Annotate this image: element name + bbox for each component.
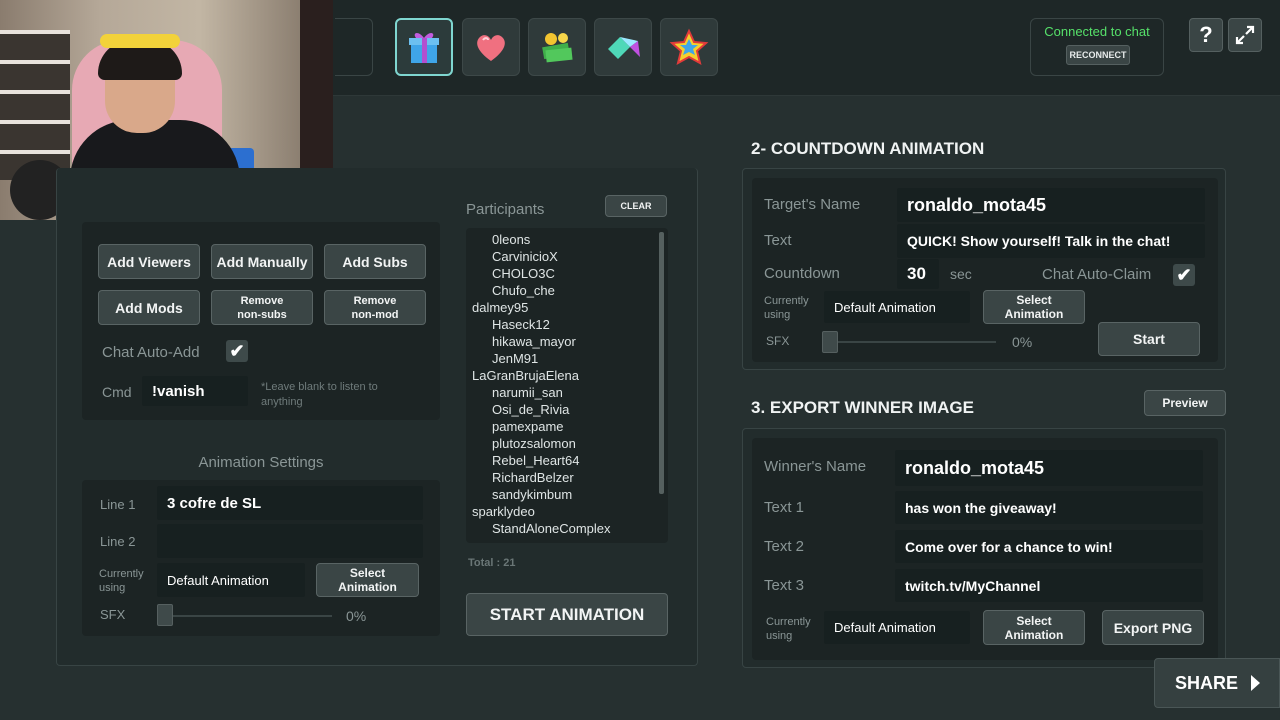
participants-scrollbar[interactable] bbox=[659, 232, 664, 494]
export-png-button[interactable]: Export PNG bbox=[1102, 610, 1204, 645]
countdown-title: 2- COUNTDOWN ANIMATION bbox=[751, 139, 985, 158]
current-animation-display: Default Animation bbox=[824, 611, 970, 644]
participant-item[interactable]: CHOLO3C bbox=[472, 265, 640, 282]
help-button[interactable]: ? bbox=[1189, 18, 1223, 52]
reconnect-button[interactable]: RECONNECT bbox=[1066, 45, 1130, 65]
text1-input[interactable]: has won the giveaway! bbox=[895, 491, 1203, 524]
participant-item[interactable]: CarvinicioX bbox=[472, 248, 640, 265]
money-icon[interactable] bbox=[528, 18, 586, 76]
cmd-label: Cmd bbox=[102, 384, 132, 400]
sfx-value: 0% bbox=[1012, 334, 1033, 350]
text-label: Text bbox=[764, 232, 792, 249]
text2-input[interactable]: Come over for a chance to win! bbox=[895, 530, 1203, 563]
line2-label: Line 2 bbox=[100, 534, 136, 549]
select-animation-button[interactable]: Select Animation bbox=[983, 290, 1085, 324]
share-label: SHARE bbox=[1175, 672, 1239, 693]
sfx-value: 0% bbox=[346, 608, 367, 624]
target-name-input[interactable]: ronaldo_mota45 bbox=[897, 188, 1205, 222]
share-button[interactable]: SHARE bbox=[1154, 658, 1280, 708]
currently-using-label: Currently using bbox=[766, 616, 811, 642]
gift-icon[interactable] bbox=[395, 18, 453, 76]
preview-button[interactable]: Preview bbox=[1144, 390, 1226, 416]
participant-item[interactable]: Rebel_Heart64 bbox=[472, 452, 640, 469]
animation-settings-title: Animation Settings bbox=[198, 454, 324, 471]
sec-label: sec bbox=[950, 266, 972, 282]
start-animation-button[interactable]: START ANIMATION bbox=[466, 593, 668, 636]
toolbar-frame bbox=[335, 18, 373, 76]
sfx-label: SFX bbox=[100, 607, 126, 622]
text1-label: Text 1 bbox=[764, 499, 805, 516]
currently-using-label: Currently using bbox=[764, 295, 809, 321]
line1-label: Line 1 bbox=[100, 497, 136, 512]
text3-label: Text 3 bbox=[764, 577, 805, 594]
countdown-label: Countdown bbox=[764, 265, 840, 282]
cmd-input[interactable]: !vanish bbox=[142, 376, 248, 406]
line1-input[interactable]: 3 cofre de SL bbox=[157, 486, 423, 520]
remove-nonmod-button[interactable]: Remove non-mod bbox=[324, 290, 426, 325]
chat-status-text: Connected to chat bbox=[1044, 24, 1150, 39]
participant-item[interactable]: Osi_de_Rivia bbox=[472, 401, 640, 418]
participants-total: Total : 21 bbox=[468, 557, 516, 569]
select-animation-button[interactable]: Select Animation bbox=[983, 610, 1085, 645]
participant-item[interactable]: Haseck12 bbox=[472, 316, 640, 333]
heart-icon[interactable] bbox=[462, 18, 520, 76]
participant-item[interactable]: StandAloneComplex bbox=[472, 520, 640, 537]
countdown-input[interactable]: 30 bbox=[897, 259, 939, 289]
sfx-slider-handle[interactable] bbox=[157, 604, 173, 626]
expand-icon bbox=[1235, 25, 1255, 45]
chat-auto-add-checkbox[interactable]: ✔ bbox=[226, 340, 248, 362]
participants-list[interactable]: 0leons CarvinicioX CHOLO3C Chufo_che dalmey9… bbox=[466, 228, 668, 543]
current-animation-display: Default Animation bbox=[824, 291, 970, 323]
add-viewers-button[interactable]: Add Viewers bbox=[98, 244, 200, 279]
line2-input[interactable] bbox=[157, 524, 423, 558]
export-title: 3. EXPORT WINNER IMAGE bbox=[751, 398, 974, 417]
gem-icon[interactable] bbox=[594, 18, 652, 76]
sfx-slider-track bbox=[160, 615, 332, 617]
text3-input[interactable]: twitch.tv/MyChannel bbox=[895, 569, 1203, 602]
sfx-label: SFX bbox=[766, 334, 790, 348]
participant-item[interactable]: Chufo_che bbox=[472, 282, 640, 299]
select-animation-button[interactable]: Select Animation bbox=[316, 563, 419, 597]
participant-item[interactable]: 0leons bbox=[472, 231, 640, 248]
checkmark-icon: ✔ bbox=[229, 340, 245, 361]
participant-item[interactable]: plutozsalomon bbox=[472, 435, 640, 452]
currently-using-label: Currently using bbox=[99, 568, 144, 594]
chat-auto-claim-label: Chat Auto-Claim bbox=[1042, 266, 1152, 283]
winner-name-input[interactable]: ronaldo_mota45 bbox=[895, 450, 1203, 486]
start-button[interactable]: Start bbox=[1098, 322, 1200, 356]
chat-auto-add-label: Chat Auto-Add bbox=[102, 344, 200, 361]
add-mods-button[interactable]: Add Mods bbox=[98, 290, 200, 325]
participant-item[interactable]: hikawa_mayor bbox=[472, 333, 640, 350]
participant-item[interactable]: sandykimbum bbox=[472, 486, 640, 503]
participant-item[interactable]: pamexpame bbox=[472, 418, 640, 435]
text-input[interactable]: QUICK! Show yourself! Talk in the chat! bbox=[897, 224, 1205, 258]
participant-item[interactable]: LaGranBrujaElena bbox=[472, 367, 640, 384]
participant-item[interactable]: sparklydeo bbox=[472, 503, 640, 520]
sfx-slider-track bbox=[826, 341, 996, 343]
cmd-hint: *Leave blank to listen to anything bbox=[261, 381, 378, 408]
add-subs-button[interactable]: Add Subs bbox=[324, 244, 426, 279]
clear-button[interactable]: CLEAR bbox=[605, 195, 667, 217]
participant-item[interactable]: JenM91 bbox=[472, 350, 640, 367]
participant-item[interactable]: RichardBelzer bbox=[472, 469, 640, 486]
chevron-right-icon bbox=[1251, 675, 1261, 691]
participant-item[interactable]: narumii_san bbox=[472, 384, 640, 401]
text2-label: Text 2 bbox=[764, 538, 805, 555]
participants-title: Participants bbox=[466, 201, 545, 218]
checkmark-icon: ✔ bbox=[1176, 264, 1192, 285]
participant-item[interactable]: dalmey95 bbox=[472, 299, 640, 316]
winner-name-label: Winner's Name bbox=[764, 458, 867, 475]
chat-auto-claim-checkbox[interactable]: ✔ bbox=[1173, 264, 1195, 286]
sfx-slider-handle[interactable] bbox=[822, 331, 838, 353]
add-manually-button[interactable]: Add Manually bbox=[211, 244, 313, 279]
target-name-label: Target's Name bbox=[764, 196, 861, 213]
fullscreen-button[interactable] bbox=[1228, 18, 1262, 52]
current-animation-display: Default Animation bbox=[157, 563, 305, 597]
remove-nonsubs-button[interactable]: Remove non-subs bbox=[211, 290, 313, 325]
star-icon[interactable] bbox=[660, 18, 718, 76]
